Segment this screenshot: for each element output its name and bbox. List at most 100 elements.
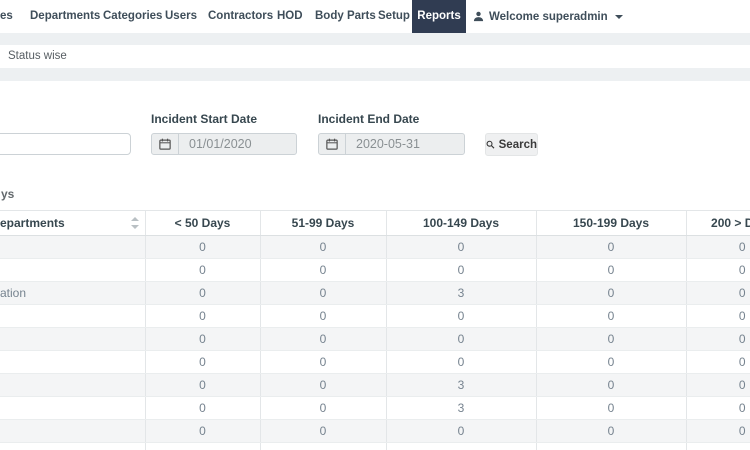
cell-value: 0 [385,235,536,259]
cell-department [0,235,145,259]
table-row: 0 0 0 0 0 [0,258,750,282]
top-navbar: es Departments Categories Users Contract… [0,0,750,33]
end-date-input[interactable]: 2020-05-31 [318,133,465,155]
table-row: 0 0 3 0 0 [0,373,750,397]
table-row: 0 0 0 0 0 [0,327,750,351]
start-date-input[interactable]: 01/01/2020 [151,133,297,155]
cell-value: 0 [535,373,686,397]
cell-value [385,442,536,450]
report-table-container: epartments < 50 Days 51-99 Days 100-149 … [0,210,750,450]
cell-department [0,373,145,397]
cell-value: 0 [259,396,386,420]
cell-department [0,419,145,443]
table-row: 0 0 0 0 0 [0,235,750,259]
section-title-partial: ys [1,187,15,201]
cell-value: 0 [259,373,386,397]
cell-value: 0 [385,327,536,351]
cell-value: 0 [144,304,260,328]
cell-value: 0 [259,350,386,374]
table-row: ation 0 0 3 0 0 [0,281,750,305]
cell-value: 0 [385,304,536,328]
start-date-value: 01/01/2020 [189,137,252,151]
cell-value: 0 [259,327,386,351]
end-date-value: 2020-05-31 [356,137,420,151]
cell-value: 0 [385,350,536,374]
nav-item-body-parts[interactable]: Body Parts [315,0,376,33]
cell-value [259,442,386,450]
cell-value: 0 [685,258,750,282]
column-header-gt200: 200 > Days [685,210,750,236]
cell-department [0,304,145,328]
nav-item-hod[interactable]: HOD [277,0,303,33]
nav-item-setup[interactable]: Setup [378,0,410,33]
cell-value: 0 [535,258,686,282]
column-header-departments[interactable]: epartments [0,210,145,236]
cell-department [0,396,145,420]
cell-value [144,442,260,450]
cell-value: 0 [685,327,750,351]
cell-value: 0 [535,396,686,420]
cell-value: 0 [259,281,386,305]
filter-text-input[interactable] [0,133,131,155]
calendar-icon [319,134,346,154]
nav-item-contractors[interactable]: Contractors [208,0,273,33]
column-header-150-199: 150-199 Days [535,210,686,236]
cell-value: 0 [259,419,386,443]
column-header-100-149: 100-149 Days [385,210,536,236]
cell-value [535,442,686,450]
table-row: 0 0 3 0 0 [0,396,750,420]
page-background-band [0,68,750,81]
table-row-partial [0,442,750,450]
cell-value: 0 [685,396,750,420]
cell-value: 0 [385,258,536,282]
cell-value: 0 [259,258,386,282]
cell-department [0,350,145,374]
search-icon [486,140,495,149]
cell-value: 0 [685,350,750,374]
page-background-band [0,33,750,45]
column-header-label: epartments [0,216,65,230]
cell-value: 0 [144,258,260,282]
cell-department [0,327,145,351]
user-menu[interactable]: Welcome superadmin [473,0,623,33]
search-button[interactable]: Search [485,133,538,156]
nav-item-categories[interactable]: Categories [103,0,162,33]
cell-value: 0 [259,304,386,328]
nav-item-departments[interactable]: Departments [30,0,100,33]
cell-value: 0 [144,350,260,374]
cell-value: 0 [259,235,386,259]
cell-value: 3 [385,373,536,397]
table-row: 0 0 0 0 0 [0,419,750,443]
cell-value: 0 [535,419,686,443]
tab-status-wise[interactable]: Status wise [8,45,67,68]
cell-value: 0 [144,281,260,305]
column-header-51-99: 51-99 Days [259,210,386,236]
cell-department [0,442,145,450]
report-tab-bar: Status wise [0,45,750,68]
nav-item-partial[interactable]: es [0,0,13,33]
table-row: 0 0 0 0 0 [0,304,750,328]
app-window: es Departments Categories Users Contract… [0,0,750,450]
cell-value [685,442,750,450]
cell-value: 0 [385,419,536,443]
cell-value: 0 [144,327,260,351]
cell-value: 0 [685,373,750,397]
search-button-label: Search [498,138,537,151]
end-date-label: Incident End Date [318,112,420,126]
cell-value: 0 [535,304,686,328]
cell-value: 0 [685,304,750,328]
table-row: 0 0 0 0 0 [0,350,750,374]
status-wise-report-table: epartments < 50 Days 51-99 Days 100-149 … [0,210,750,450]
cell-value: 0 [685,281,750,305]
nav-item-users[interactable]: Users [165,0,197,33]
cell-department [0,258,145,282]
nav-item-reports-active[interactable]: Reports [412,0,466,33]
cell-value: 0 [535,281,686,305]
cell-value: 0 [144,235,260,259]
calendar-icon [152,134,179,154]
person-icon [473,11,484,22]
cell-value: 3 [385,396,536,420]
cell-value: 0 [535,350,686,374]
cell-value: 0 [685,419,750,443]
sort-icon [130,217,139,229]
